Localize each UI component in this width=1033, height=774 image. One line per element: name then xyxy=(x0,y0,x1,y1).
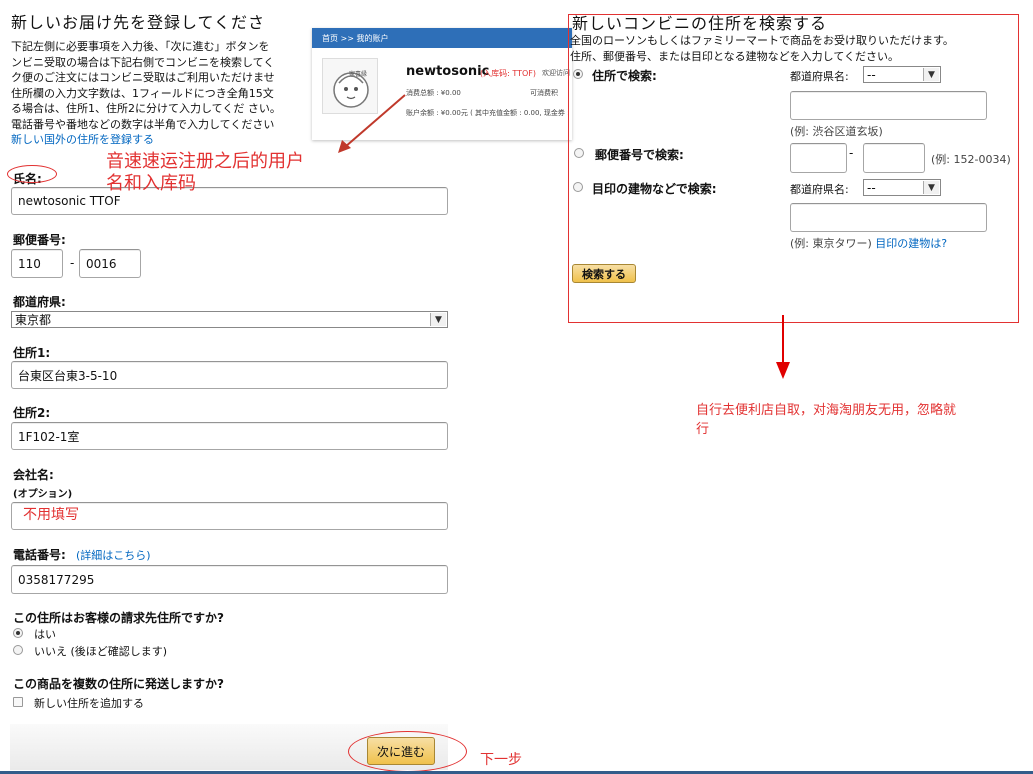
landmark-example-text: (例: 東京タワー) xyxy=(790,237,872,250)
address-pref-select[interactable]: -- ▼ xyxy=(863,66,941,83)
search-by-postal-label: 郵便番号で検索: xyxy=(595,148,684,162)
landmark-example: (例: 東京タワー) 目印の建物は? xyxy=(790,235,947,251)
conbini-search-button[interactable]: 検索する xyxy=(572,264,636,283)
landmark-pref-label: 都道府県名: xyxy=(790,183,849,196)
address-pref-value: -- xyxy=(867,67,876,82)
user-info-annotation: 音速速运注册之后的用户 名和入库码 xyxy=(106,151,304,195)
landmark-search-input[interactable] xyxy=(790,203,987,232)
postal-search-first-input[interactable] xyxy=(790,143,847,173)
search-by-landmark-radio[interactable] xyxy=(573,182,583,192)
address-example: (例: 渋谷区道玄坂) xyxy=(790,125,883,138)
search-by-address-label: 住所で検索: xyxy=(592,69,657,83)
conbini-down-arrow xyxy=(776,315,790,379)
user-info-annotation-line: 音速速运注册之后的用户 xyxy=(106,151,304,172)
chevron-down-icon: ▼ xyxy=(923,181,939,194)
conbini-note-line: 行 xyxy=(696,422,710,437)
user-info-annotation-line: 名和入库码 xyxy=(106,173,196,194)
address-search-input[interactable] xyxy=(790,91,987,120)
postal-search-second-input[interactable] xyxy=(863,143,925,173)
landmark-pref-select[interactable]: -- ▼ xyxy=(863,179,941,196)
conbini-instructions: 全国のローソンもしくはファミリーマートで商品をお受け取りいただけます。 住所、郵… xyxy=(570,33,954,64)
postal-example: (例: 152-0034) xyxy=(931,153,1011,166)
search-by-address-radio[interactable] xyxy=(573,69,583,79)
search-by-postal-radio[interactable] xyxy=(574,148,584,158)
address-pref-label: 都道府県名: xyxy=(790,70,849,83)
conbini-instruction-line: 全国のローソンもしくはファミリーマートで商品をお受け取りいただけます。 xyxy=(570,34,954,47)
search-by-landmark-label: 目印の建物などで検索: xyxy=(592,182,717,196)
conbini-note-annotation: 自行去便利店自取，对海淘朋友无用，忽略就 行 xyxy=(696,401,956,439)
conbini-instruction-line: 住所、郵便番号、または目印となる建物などを入力してください。 xyxy=(570,49,900,63)
conbini-title: 新しいコンビニの住所を検索する xyxy=(572,14,828,33)
postal-search-separator: - xyxy=(849,146,854,160)
chevron-down-icon: ▼ xyxy=(923,68,939,81)
conbini-note-line: 自行去便利店自取，对海淘朋友无用，忽略就 xyxy=(696,403,957,418)
landmark-help-link[interactable]: 目印の建物は? xyxy=(875,237,947,250)
landmark-pref-value: -- xyxy=(867,180,876,195)
